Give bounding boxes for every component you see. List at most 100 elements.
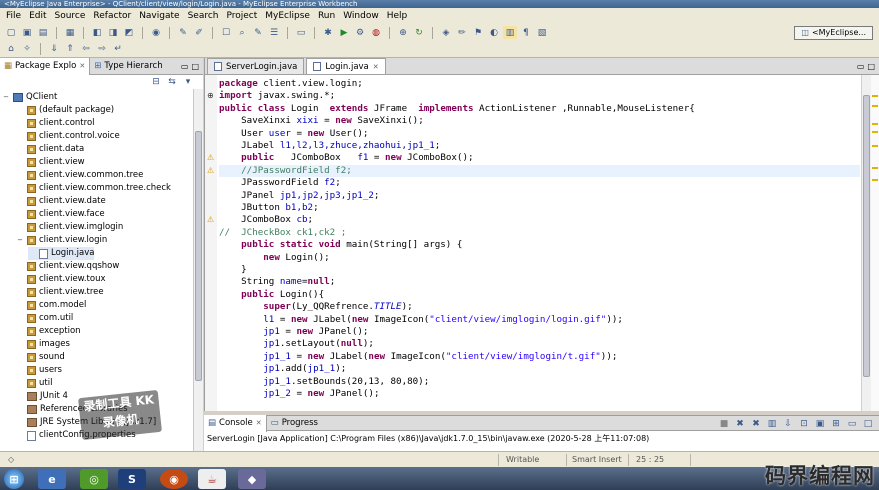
tree-item[interactable]: images — [16, 338, 70, 351]
tab-progress[interactable]: ▭ Progress — [267, 415, 322, 432]
expand-toggle-icon[interactable]: − — [2, 91, 10, 104]
code-line[interactable]: new Login(); — [219, 252, 329, 264]
run-icon[interactable]: ▶ — [337, 26, 351, 39]
toggle-icon[interactable]: ▥ — [503, 26, 517, 39]
tab-serverlogin-java[interactable]: ServerLogin.java — [207, 58, 305, 74]
code-line[interactable]: User user = new User(); — [219, 128, 368, 140]
link-editor-icon[interactable]: ⇆ — [165, 76, 179, 89]
tree-item[interactable]: com.util — [16, 312, 73, 325]
tree-item[interactable]: client.view.toux — [16, 273, 106, 286]
minimize-icon[interactable]: ▭ — [181, 62, 192, 71]
code-line[interactable]: package client.view.login; — [219, 78, 363, 90]
code-line[interactable]: super(Ly_QQRefrence.TITLE); — [219, 301, 412, 313]
app-green-icon[interactable]: ◎ — [80, 469, 108, 489]
refresh-icon[interactable]: ↻ — [412, 26, 426, 39]
code-line[interactable]: l1 = new JLabel(new ImageIcon("client/vi… — [219, 314, 623, 326]
maximize-icon[interactable]: □ — [191, 62, 203, 71]
tree-item[interactable]: client.view.common.tree.check — [16, 182, 171, 195]
save-icon[interactable]: ▣ — [20, 26, 34, 39]
code-line[interactable]: jp1_1.setBounds(20,13, 80,80); — [219, 376, 429, 388]
wizard-icon[interactable]: ✎ — [176, 26, 190, 39]
deploy2-icon[interactable]: ◨ — [106, 26, 120, 39]
browser-icon[interactable]: ◉ — [149, 26, 163, 39]
back-icon[interactable]: ⇦ — [79, 43, 93, 56]
block-select-icon[interactable]: ▧ — [535, 26, 549, 39]
code-area[interactable]: package client.view.login; import javax.s… — [219, 75, 860, 411]
tree-item[interactable]: client.view.tree — [16, 286, 104, 299]
app-s-icon[interactable]: S — [118, 469, 146, 489]
warning-icon[interactable]: ⚠ — [207, 166, 215, 175]
tree-item[interactable]: client.view.date — [16, 195, 106, 208]
external-tools-icon[interactable]: ◍ — [369, 26, 383, 39]
tree-item[interactable]: util — [16, 377, 52, 390]
code-line[interactable]: jp1_1 = new JLabel(new ImageIcon("client… — [219, 351, 617, 363]
app-purple-icon[interactable]: ◆ — [238, 469, 266, 489]
minimize-icon[interactable]: ▭ — [854, 62, 868, 74]
fold-icon[interactable]: ⊕ — [207, 92, 215, 100]
tree-item[interactable]: client.control.voice — [16, 130, 120, 143]
tab-type-hierarchy[interactable]: ⊞ Type Hierarch — [90, 58, 166, 75]
nav-icon[interactable]: ⌂ — [4, 43, 18, 56]
open-type-icon[interactable]: ☐ — [219, 26, 233, 39]
code-line[interactable]: public JComboBox f1 = new JComboBox(); — [219, 152, 473, 164]
pin-console-icon[interactable]: ⊡ — [797, 417, 811, 430]
deploy-icon[interactable]: ◧ — [90, 26, 104, 39]
tab-console[interactable]: ▤ Console ✕ — [204, 414, 267, 432]
open-perspective-icon[interactable]: ◈ — [439, 26, 453, 39]
debug-icon[interactable]: ✱ — [321, 26, 335, 39]
menu-search[interactable]: Search — [184, 8, 223, 24]
collapse-all-icon[interactable]: ⊟ — [149, 76, 163, 89]
wizard2-icon[interactable]: ✐ — [192, 26, 206, 39]
tree-item[interactable]: client.control — [16, 117, 95, 130]
tree-item[interactable]: JUnit 4 — [16, 390, 68, 403]
code-line[interactable]: public class Login extends JFrame implem… — [219, 103, 695, 115]
editor-scrollbar-thumb[interactable] — [863, 95, 870, 377]
menu-window[interactable]: Window — [339, 8, 383, 24]
tree-item[interactable]: client.view — [16, 156, 85, 169]
start-button[interactable]: ⊞ — [4, 469, 24, 489]
code-line[interactable]: jp1.add(jp1_1); — [219, 363, 346, 375]
overview-warning-mark[interactable] — [872, 167, 878, 169]
tab-login-java[interactable]: Login.java ✕ — [306, 58, 386, 74]
code-line[interactable]: public Login(){ — [219, 289, 324, 301]
expand-toggle-icon[interactable]: − — [16, 234, 24, 247]
editor-scrollbar[interactable] — [861, 75, 871, 411]
close-icon[interactable]: ✕ — [256, 419, 262, 427]
ie-icon[interactable]: e — [38, 469, 66, 489]
search-icon[interactable]: ⌕ — [235, 26, 249, 39]
code-line[interactable]: JPanel jp1,jp2,jp3,jp1_2; — [219, 190, 379, 202]
code-line[interactable]: } — [219, 264, 247, 276]
menu-navigate[interactable]: Navigate — [135, 8, 183, 24]
overview-warning-mark[interactable] — [872, 145, 878, 147]
remove-launch-icon[interactable]: ✖ — [733, 417, 747, 430]
forward-icon[interactable]: ⇨ — [95, 43, 109, 56]
close-icon[interactable]: ✕ — [373, 63, 379, 71]
maximize-icon[interactable]: □ — [861, 417, 875, 430]
code-line[interactable]: JLabel l1,l2,l3,zhuce,zhaohui,jp1_1; — [219, 140, 440, 152]
menu-project[interactable]: Project — [222, 8, 261, 24]
scroll-lock-icon[interactable]: ⇩ — [781, 417, 795, 430]
tree-item[interactable]: − client.view.login — [16, 234, 107, 247]
pen-icon[interactable]: ✏ — [455, 26, 469, 39]
display-console-icon[interactable]: ▣ — [813, 417, 827, 430]
tree-item[interactable]: client.view.face — [16, 208, 105, 221]
menu-run[interactable]: Run — [314, 8, 339, 24]
code-line[interactable]: JPasswordField f2; — [219, 177, 341, 189]
view-menu-icon[interactable]: ▾ — [181, 76, 195, 89]
tree-scrollbar[interactable] — [193, 89, 203, 451]
menu-file[interactable]: File — [2, 8, 25, 24]
close-icon[interactable]: ✕ — [79, 62, 85, 70]
clear-console-icon[interactable]: ▥ — [765, 417, 779, 430]
overview-warning-mark[interactable] — [872, 123, 878, 125]
tree-item[interactable]: users — [16, 364, 62, 377]
code-line[interactable]: // JCheckBox ck1,ck2 ; — [219, 227, 346, 239]
show-whitespace-icon[interactable]: ¶ — [519, 26, 533, 39]
code-line[interactable]: jp1.setLayout(null); — [219, 338, 374, 350]
tree-item[interactable]: client.view.common.tree — [16, 169, 143, 182]
remove-all-icon[interactable]: ✖ — [749, 417, 763, 430]
code-line[interactable]: SaveXinxi xixi = new SaveXinxi(); — [219, 115, 424, 127]
prev-annotation-icon[interactable]: ⇑ — [63, 43, 77, 56]
tree-item[interactable]: client.data — [16, 143, 84, 156]
menu-source[interactable]: Source — [51, 8, 90, 24]
ejb-icon[interactable]: ◩ — [122, 26, 136, 39]
